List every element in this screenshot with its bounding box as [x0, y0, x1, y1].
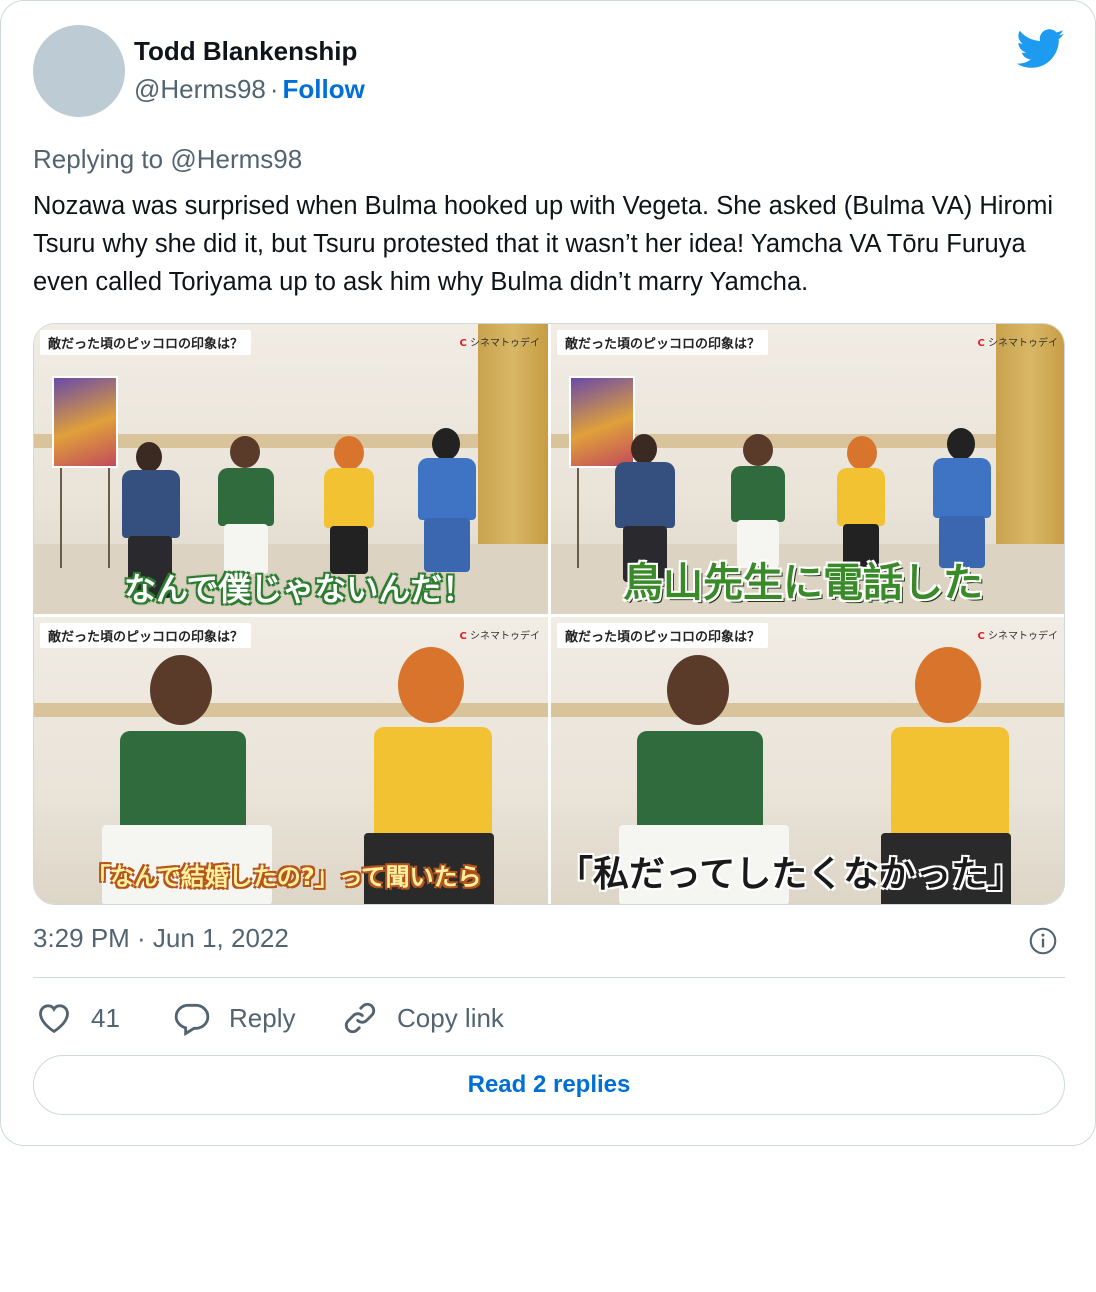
- heart-icon: [39, 1004, 69, 1034]
- tweet-card: Todd Blankenship @Herms98 · Follow Replyin…: [0, 0, 1096, 1146]
- reply-bubble-icon: [174, 1003, 210, 1037]
- brand-watermark: C シネマトゥデイ: [459, 338, 540, 349]
- like-count: 41: [91, 1002, 120, 1033]
- tweet-timestamp[interactable]: 3:29 PM · Jun 1, 2022: [33, 923, 289, 954]
- video-label: 敵だった頃のピッコロの印象は？: [40, 330, 252, 355]
- media-photo-1[interactable]: 敵だった頃のピッコロの印象は？ C シネマトゥデイ なんで僕じゃないんだ！: [34, 324, 548, 614]
- photo-poster: [569, 376, 635, 468]
- reply-label: Reply: [229, 1002, 296, 1033]
- replying-handle-link[interactable]: @Herms98: [170, 144, 302, 174]
- reply-button[interactable]: Reply: [173, 997, 295, 1039]
- link-icon: [344, 1002, 376, 1034]
- video-label: 敵だった頃のピッコロの印象は？: [557, 623, 769, 648]
- brand-watermark: C シネマトゥデイ: [977, 338, 1058, 349]
- author-name[interactable]: Todd Blankenship: [134, 36, 357, 67]
- author-handle[interactable]: @Herms98: [134, 74, 266, 104]
- photo-poster: [52, 376, 118, 468]
- media-photo-3[interactable]: 敵だった頃のピッコロの印象は？ C シネマトゥデイ 「なんで結婚したの?」って聞…: [34, 617, 548, 904]
- media-grid: 敵だった頃のピッコロの印象は？ C シネマトゥデイ なんで僕じゃないんだ！ 敵だ…: [33, 323, 1065, 905]
- follow-link[interactable]: Follow: [283, 74, 365, 104]
- divider: [33, 977, 1065, 978]
- copy-link-label: Copy link: [397, 1002, 504, 1033]
- like-button[interactable]: 41: [35, 997, 120, 1039]
- separator-dot: ·: [269, 74, 279, 104]
- subtitle-caption: なんで僕じゃないんだ！: [124, 570, 475, 608]
- twitter-bird-icon[interactable]: [1017, 29, 1065, 69]
- media-photo-2[interactable]: 敵だった頃のピッコロの印象は？ C シネマトゥデイ 鳥山先生に電話した: [551, 324, 1064, 614]
- brand-watermark: C シネマトゥデイ: [459, 631, 540, 642]
- copy-link-button[interactable]: Copy link: [341, 997, 504, 1039]
- replying-prefix: Replying to: [33, 144, 164, 174]
- tweet-text: Nozawa was surprised when Bulma hooked u…: [33, 192, 1054, 296]
- replying-to: Replying to @Herms98: [33, 144, 302, 175]
- media-photo-4[interactable]: 敵だった頃のピッコロの印象は？ C シネマトゥデイ 「私だってしたくなかった」: [551, 617, 1064, 904]
- brand-watermark: C シネマトゥデイ: [977, 631, 1058, 642]
- photo-wall-rail: [551, 703, 1064, 717]
- video-label: 敵だった頃のピッコロの印象は？: [557, 330, 769, 355]
- video-label: 敵だった頃のピッコロの印象は？: [40, 623, 252, 648]
- subtitle-caption: 「なんで結婚したの?」って聞いたら: [86, 863, 482, 891]
- photo-easel: [60, 468, 110, 568]
- photo-wall-rail: [34, 703, 548, 717]
- info-icon[interactable]: [1029, 927, 1057, 955]
- avatar[interactable]: [33, 25, 125, 117]
- author-handle-row: @Herms98 · Follow: [134, 74, 365, 105]
- subtitle-caption: 鳥山先生に電話した: [623, 560, 983, 606]
- subtitle-caption: 「私だってしたくなかった」: [557, 854, 1024, 895]
- read-replies-button[interactable]: Read 2 replies: [33, 1055, 1065, 1115]
